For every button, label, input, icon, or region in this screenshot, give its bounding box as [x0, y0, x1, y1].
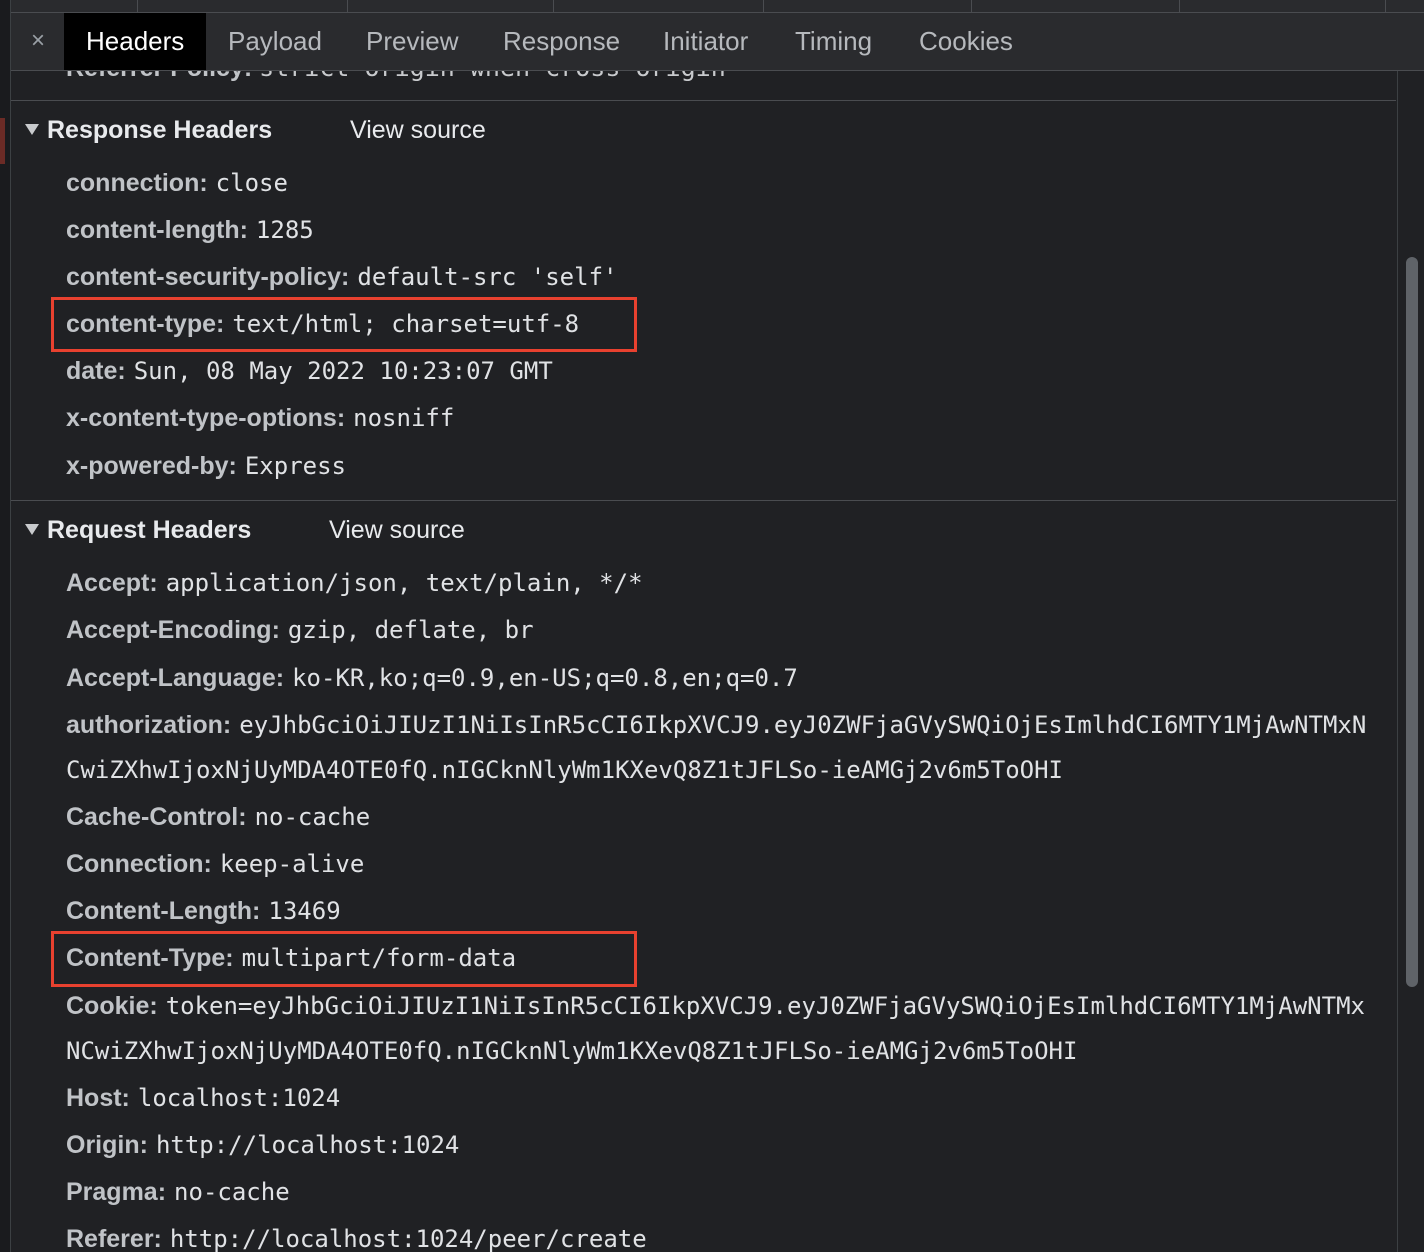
close-icon[interactable]: × — [31, 29, 45, 53]
response-headers-toggle[interactable]: Response Headers — [25, 116, 272, 145]
request-view-source-link[interactable]: View source — [329, 516, 465, 545]
header-name: Cache-Control: — [66, 803, 247, 831]
section-divider — [11, 100, 1396, 101]
header-value: http://localhost:1024/peer/create — [169, 1225, 647, 1252]
selection-marker — [0, 118, 5, 164]
tab-preview[interactable]: Preview — [366, 13, 458, 70]
header-value: localhost:1024 — [137, 1084, 341, 1112]
header-name: Referrer Policy: — [66, 71, 252, 82]
header-value: close — [215, 169, 288, 197]
header-name: Accept-Language: — [66, 664, 285, 692]
header-value: no-cache — [254, 803, 371, 831]
header-row: Connection: keep-alive — [66, 849, 364, 879]
header-row: Host: localhost:1024 — [66, 1083, 340, 1113]
header-name: Origin: — [66, 1131, 148, 1159]
tab-initiator[interactable]: Initiator — [663, 13, 748, 70]
header-name: Referer: — [66, 1225, 162, 1252]
headers-panel[interactable]: Referrer Policy: strict-origin-when-cros… — [11, 71, 1396, 1252]
section-divider — [11, 500, 1396, 501]
header-value-continuation: CwiZXhwIjoxNjUyMDA4OTE0fQ.nIGCknNlyWm1KX… — [66, 756, 1063, 784]
header-name: content-security-policy: — [66, 263, 350, 291]
header-row: Accept-Language: ko-KR,ko;q=0.9,en-US;q=0… — [66, 663, 798, 693]
header-value-continuation: NCwiZXhwIjoxNjUyMDA4OTE0fQ.nIGCknNlyWm1K… — [66, 1037, 1078, 1065]
header-value: keep-alive — [219, 850, 365, 878]
header-name: x-powered-by: — [66, 452, 237, 480]
header-value: 13469 — [268, 897, 341, 925]
header-value: nosniff — [353, 404, 455, 432]
section-title: Response Headers — [47, 116, 273, 144]
header-name: content-length: — [66, 216, 248, 244]
header-row: date: Sun, 08 May 2022 10:23:07 GMT — [66, 356, 553, 386]
header-row: Referer: http://localhost:1024/peer/creat… — [66, 1224, 647, 1252]
header-value: Express — [244, 452, 347, 480]
header-name: Accept: — [66, 569, 158, 597]
left-gutter — [0, 0, 11, 1252]
header-value: 1285 — [255, 216, 314, 244]
header-name: Connection: — [66, 850, 212, 878]
header-value: Sun, 08 May 2022 10:23:07 GMT — [133, 357, 553, 385]
tab-timing[interactable]: Timing — [795, 13, 872, 70]
header-name: Host: — [66, 1084, 130, 1112]
triangle-down-icon — [25, 124, 39, 135]
header-name: x-content-type-options: — [66, 404, 346, 432]
tab-cookies[interactable]: Cookies — [919, 13, 1013, 70]
response-view-source-link[interactable]: View source — [350, 116, 486, 145]
highlight-box-request-content-type — [51, 931, 637, 987]
triangle-down-icon — [25, 524, 39, 535]
header-row: Origin: http://localhost:1024 — [66, 1130, 459, 1160]
header-row: Content-Length: 13469 — [66, 896, 341, 926]
tab-payload[interactable]: Payload — [228, 13, 322, 70]
header-row: authorization: eyJhbGciOiJIUzI1NiIsInR5cC… — [66, 710, 1366, 740]
header-row: connection: close — [66, 168, 288, 198]
tab-bar: × Headers Payload Preview Response Initi… — [11, 13, 1424, 71]
tab-headers[interactable]: Headers — [64, 13, 207, 70]
header-name: Accept-Encoding: — [66, 616, 280, 644]
request-list-edge — [11, 0, 1424, 13]
header-name: Content-Length: — [66, 897, 261, 925]
header-row: Cache-Control: no-cache — [66, 802, 370, 832]
header-row: x-content-type-options: nosniff — [66, 403, 454, 433]
header-name: connection: — [66, 169, 208, 197]
header-row: content-security-policy: default-src 'sel… — [66, 262, 617, 292]
header-row: Accept-Encoding: gzip, deflate, br — [66, 615, 534, 645]
highlight-box-response-content-type — [51, 297, 637, 352]
header-value: default-src 'self' — [357, 263, 618, 291]
scrollbar-thumb[interactable] — [1406, 257, 1418, 987]
header-value: strict-origin-when-cross-origin — [259, 71, 726, 82]
header-value: no-cache — [174, 1178, 290, 1206]
header-value: token=eyJhbGciOiJIUzI1NiIsInR5cCI6IkpXVC… — [165, 992, 1365, 1020]
section-title: Request Headers — [47, 516, 252, 544]
vertical-scrollbar[interactable] — [1397, 71, 1424, 1252]
header-row: Pragma: no-cache — [66, 1177, 290, 1207]
header-value: eyJhbGciOiJIUzI1NiIsInR5cCI6IkpXVCJ9.eyJ… — [239, 711, 1367, 739]
header-name: Cookie: — [66, 992, 158, 1020]
header-row: Cookie: token=eyJhbGciOiJIUzI1NiIsInR5cCI… — [66, 991, 1365, 1021]
header-name: Pragma: — [66, 1178, 167, 1206]
header-name: authorization: — [66, 711, 232, 739]
header-row: x-powered-by: Express — [66, 451, 346, 481]
header-value: application/json, text/plain, */* — [165, 569, 643, 597]
header-value: http://localhost:1024 — [155, 1131, 460, 1159]
header-value: gzip, deflate, br — [287, 616, 534, 644]
header-name: date: — [66, 357, 126, 385]
header-value: ko-KR,ko;q=0.9,en-US;q=0.8,en;q=0.7 — [292, 664, 798, 692]
header-row-referrer-policy: Referrer Policy: strict-origin-when-cros… — [66, 71, 726, 83]
tab-response[interactable]: Response — [503, 13, 620, 70]
request-headers-toggle[interactable]: Request Headers — [25, 516, 251, 545]
header-row: Accept: application/json, text/plain, */* — [66, 568, 643, 598]
header-row: content-length: 1285 — [66, 215, 314, 245]
